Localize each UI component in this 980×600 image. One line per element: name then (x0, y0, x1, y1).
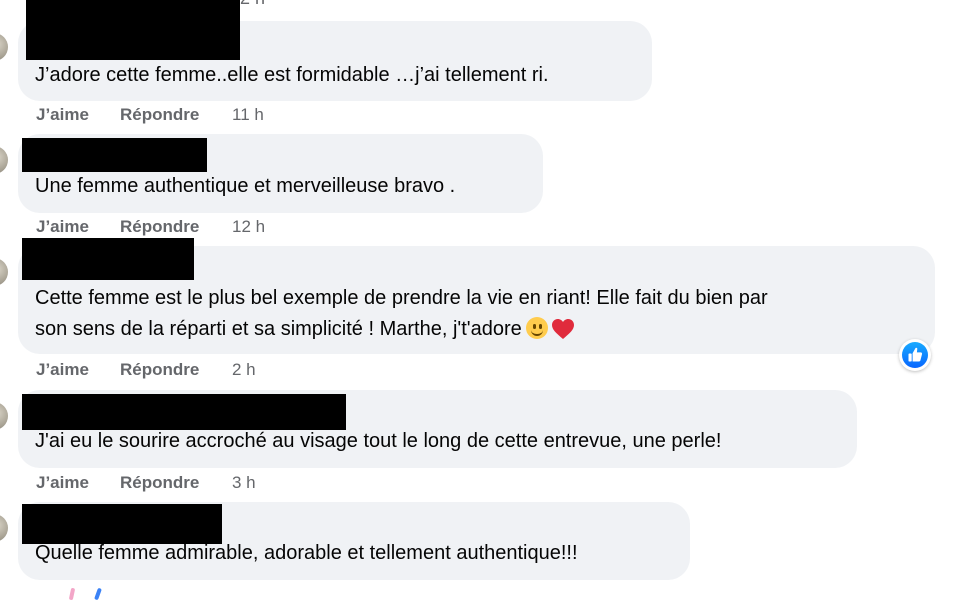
redacted-author-name (22, 138, 207, 172)
thumbs-up-icon (908, 347, 923, 362)
comment-text: son sens de la réparti et sa simplicité … (35, 318, 522, 340)
commenter-avatar[interactable] (0, 146, 8, 174)
comment-timestamp[interactable]: 2 h (232, 360, 256, 380)
like-link[interactable]: J’aime (36, 360, 89, 380)
commenter-avatar[interactable] (0, 258, 8, 286)
like-link[interactable]: J’aime (36, 217, 89, 237)
reply-link[interactable]: Répondre (120, 217, 199, 237)
redacted-author-name (26, 0, 240, 60)
like-link[interactable]: J’aime (36, 473, 89, 493)
like-reaction-badge[interactable] (899, 339, 931, 371)
like-reaction-icon (902, 342, 928, 368)
previous-comment-time: 2 h (240, 0, 265, 9)
comment-text: Une femme authentique et merveilleuse br… (35, 175, 456, 197)
commenter-avatar[interactable] (0, 514, 8, 542)
reply-link[interactable]: Répondre (120, 105, 199, 125)
comment-text: Quelle femme admirable, adorable et tell… (35, 542, 578, 564)
commenter-avatar[interactable] (0, 402, 8, 430)
redacted-author-name (22, 238, 194, 280)
smiling-face-emoji-icon (525, 317, 548, 339)
comment-timestamp[interactable]: 11 h (232, 105, 264, 125)
reply-link[interactable]: Répondre (120, 360, 199, 380)
comment-bubble: J'ai eu le sourire accroché au visage to… (18, 390, 857, 468)
comment-bubble: J’adore cette femme..elle est formidable… (18, 0, 652, 101)
comment-bubble: Quelle femme admirable, adorable et tell… (18, 502, 690, 580)
reply-link[interactable]: Répondre (120, 473, 199, 493)
like-link[interactable]: J’aime (36, 105, 89, 125)
partial-reaction-icon (94, 587, 102, 600)
comment-text: J'ai eu le sourire accroché au visage to… (35, 430, 722, 452)
comment-text: J’adore cette femme..elle est formidable… (35, 64, 549, 86)
comment-timestamp[interactable]: 12 h (232, 217, 265, 237)
comment-text-line-1: Cette femme est le plus bel exemple de p… (35, 287, 768, 309)
commenter-avatar[interactable] (0, 33, 8, 61)
comment-bubble: Une femme authentique et merveilleuse br… (18, 134, 543, 213)
partial-reaction-icon (68, 587, 76, 600)
comment-bubble: Cette femme est le plus bel exemple de p… (18, 238, 935, 354)
red-heart-emoji-icon (551, 319, 574, 339)
comment-text-line-2: son sens de la réparti et sa simplicité … (35, 314, 575, 345)
comment-timestamp[interactable]: 3 h (232, 473, 256, 493)
redacted-author-name (22, 394, 346, 430)
